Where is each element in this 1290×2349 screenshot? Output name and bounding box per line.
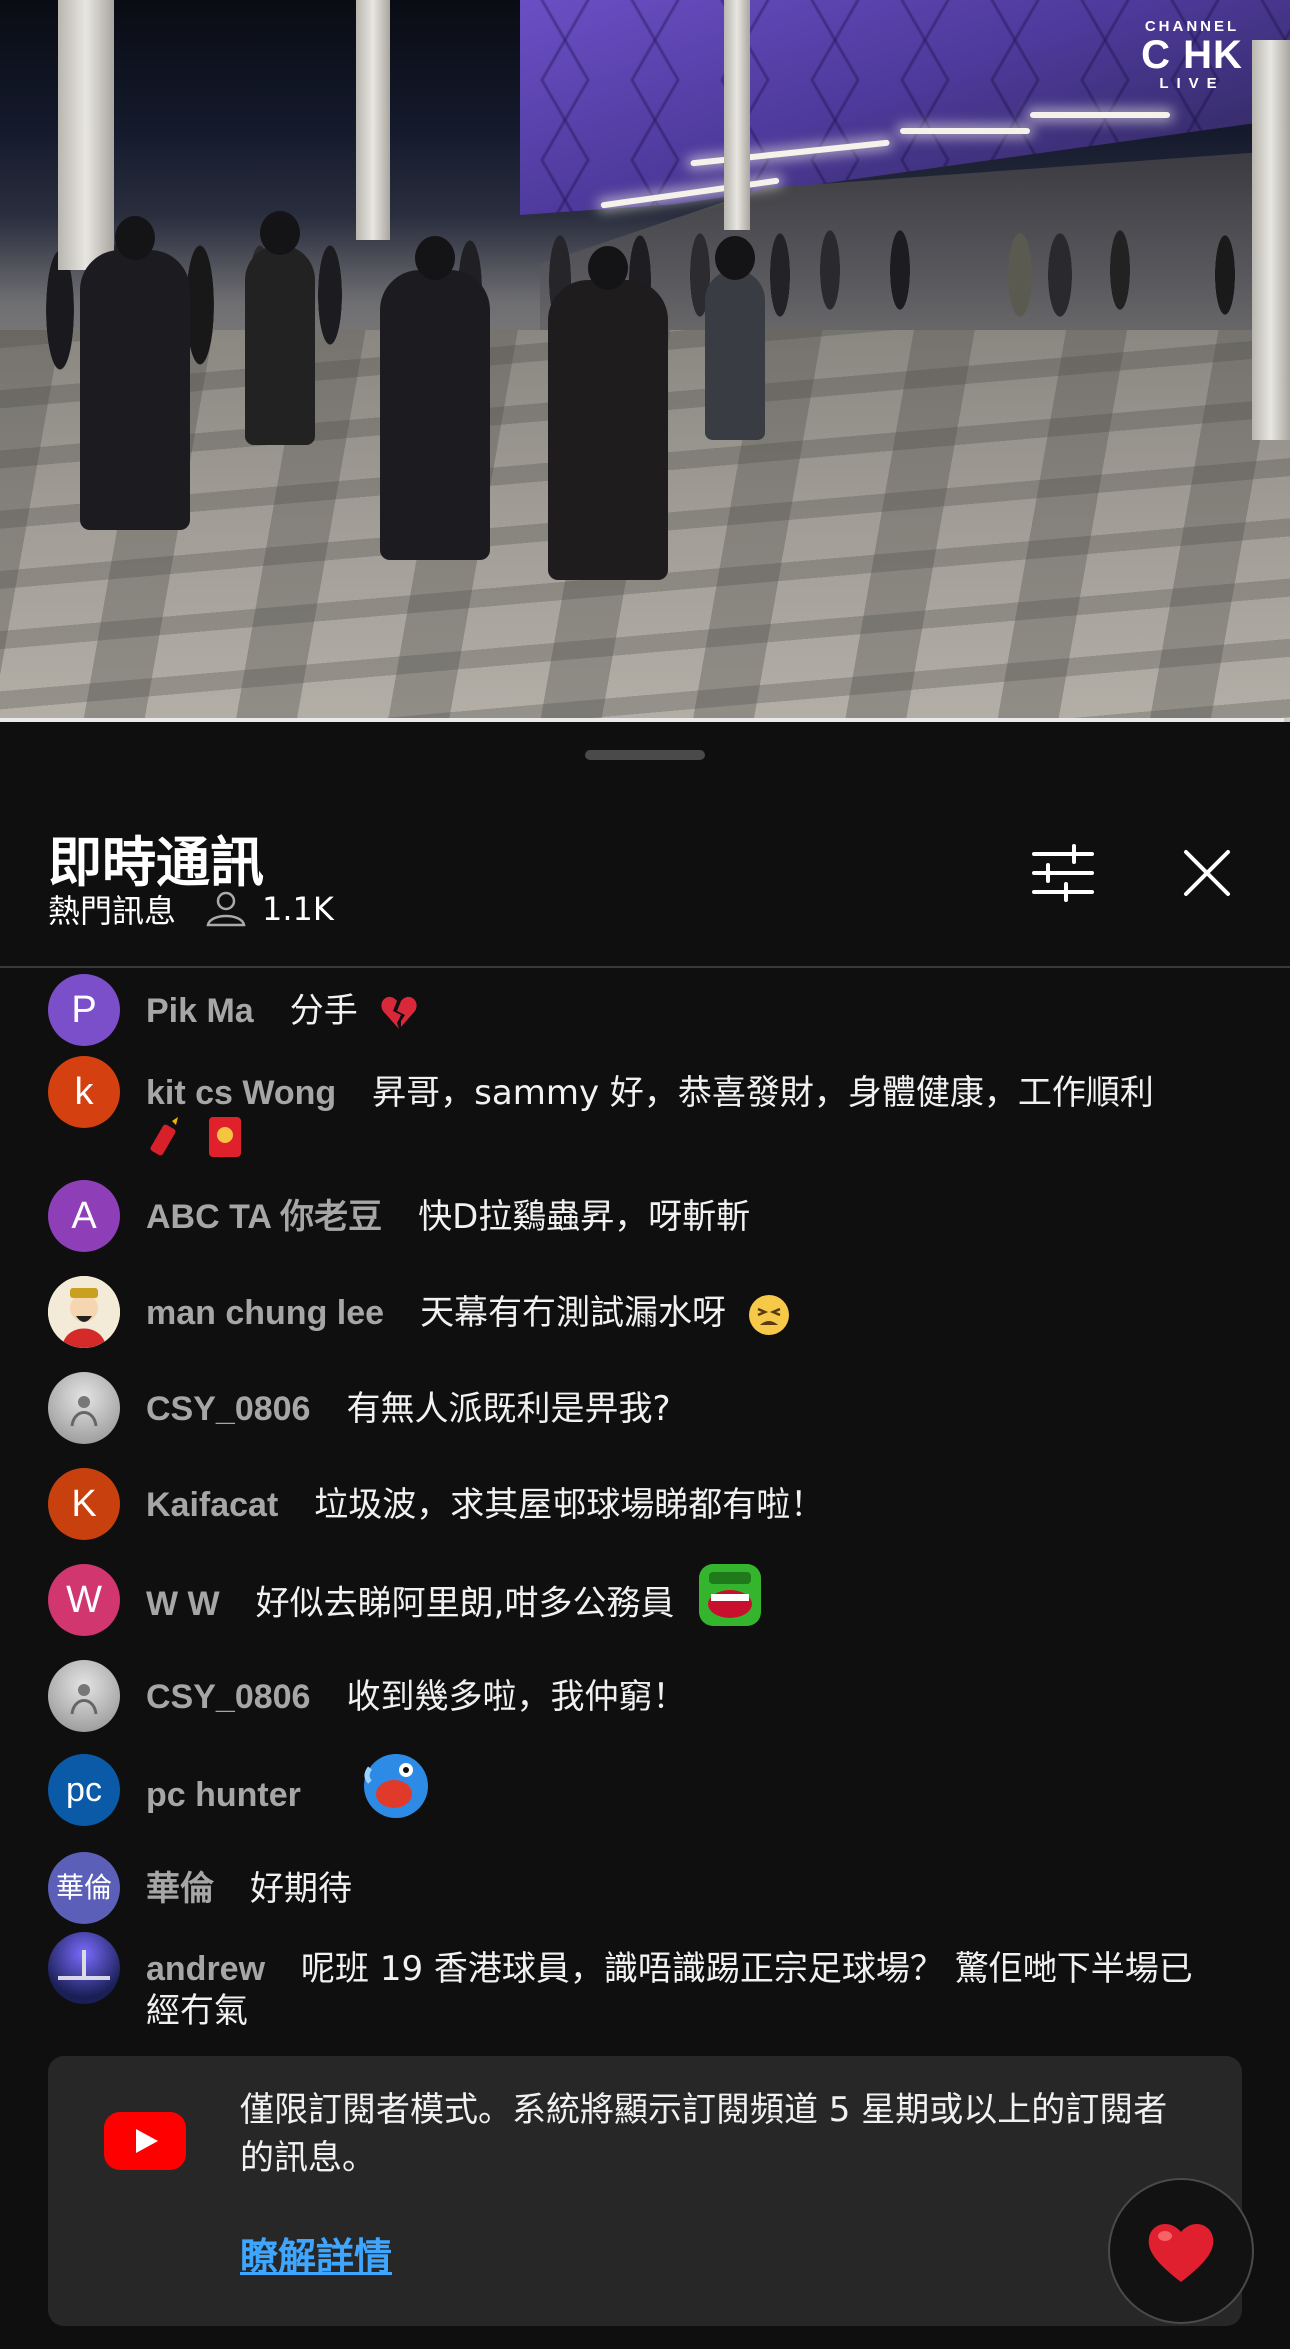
avatar[interactable]: P — [48, 974, 120, 1046]
avatar[interactable]: k — [48, 1056, 120, 1128]
chat-message[interactable]: A ABC TA 你老豆 快D拉鷄蟲昇，呀斬斬 — [0, 1180, 1290, 1252]
chat-message[interactable]: k kit cs Wong 昇哥，sammy 好，恭喜發財，身體健康，工作順利 — [0, 1056, 1290, 1158]
message-text: 好期待 — [250, 1869, 352, 1909]
drag-handle[interactable] — [585, 750, 705, 760]
chat-message[interactable]: W W W 好似去睇阿里朗,咁多公務員 — [0, 1564, 1290, 1636]
avatar[interactable] — [48, 1932, 120, 2004]
message-author[interactable]: ABC TA 你老豆 — [146, 1198, 382, 1236]
message-text: 收到幾多啦，我仲窮！ — [346, 1677, 687, 1717]
message-author[interactable]: Kaifacat — [146, 1486, 278, 1524]
avatar[interactable] — [48, 1660, 120, 1732]
chat-message[interactable]: andrew 呢班 19 香港球員，識唔識踢正宗足球場？ 驚佢哋下半場已經冇氣 — [0, 1932, 1290, 2032]
message-text: 天幕有冇測試漏水呀 — [420, 1293, 727, 1333]
chat-mode-label[interactable]: 熱門訊息 — [48, 886, 176, 932]
message-text: 呢班 19 香港球員，識唔識踢正宗足球場？ 驚佢哋下半場已經冇氣 — [146, 1949, 1193, 2031]
blue-crying-face-icon — [363, 1754, 428, 1818]
firecracker-red-envelope-icon — [146, 1114, 1220, 1158]
message-author[interactable]: andrew — [146, 1950, 265, 1988]
message-text: 好似去睇阿里朗,咁多公務員 — [255, 1583, 675, 1624]
subscriber-only-notice: 僅限訂閱者模式。系統將顯示訂閱頻道 5 星期或以上的訂閱者的訊息。 瞭解詳情 — [48, 2056, 1242, 2326]
message-author[interactable]: 華倫 — [146, 1870, 214, 1908]
message-text: 昇哥，sammy 好，恭喜發財，身體健康，工作順利 — [372, 1073, 1154, 1113]
city-night-avatar-icon — [58, 1950, 110, 1980]
pedestrian — [245, 211, 315, 445]
photo-avatar-icon — [70, 1396, 98, 1427]
learn-more-link[interactable]: 瞭解詳情 — [240, 2226, 392, 2281]
chat-message-list[interactable]: P Pik Ma 分手 k kit cs Wong 昇哥，sammy 好，恭喜發財，… — [0, 968, 1290, 2042]
tired-face-icon — [748, 1294, 789, 1335]
youtube-logo-icon — [104, 2112, 186, 2170]
message-author[interactable]: man chung lee — [146, 1294, 384, 1332]
reaction-button[interactable] — [1108, 2178, 1254, 2324]
message-text: 快D拉鷄蟲昇，呀斬斬 — [418, 1197, 751, 1237]
message-author[interactable]: CSY_0806 — [146, 1390, 310, 1428]
avatar[interactable]: A — [48, 1180, 120, 1252]
avatar[interactable]: pc — [48, 1754, 120, 1826]
message-author[interactable]: pc hunter — [146, 1776, 301, 1814]
pedestrian — [548, 246, 668, 580]
viewer-count: 1.1K — [262, 890, 334, 928]
message-author[interactable]: Pik Ma — [146, 992, 254, 1030]
green-laughing-face-icon — [699, 1564, 762, 1626]
channel-logo: CHANNEL C HK LIVE — [1141, 18, 1243, 92]
chat-message[interactable]: man chung lee 天幕有冇測試漏水呀 — [0, 1276, 1290, 1348]
notice-text: 僅限訂閱者模式。系統將顯示訂閱頻道 5 星期或以上的訂閱者的訊息。 — [240, 2090, 1168, 2178]
chat-message[interactable]: K Kaifacat 垃圾波，求其屋邨球場睇都有啦！ — [0, 1468, 1290, 1540]
avatar[interactable]: K — [48, 1468, 120, 1540]
chat-message[interactable]: CSY_0806 有無人派既利是畀我? — [0, 1372, 1290, 1444]
heart-icon — [1148, 2224, 1214, 2282]
video-progress-bar[interactable] — [0, 718, 1290, 722]
broken-heart-icon — [380, 996, 417, 1029]
live-chat-panel: 即時通訊 熱門訊息 1.1K P Pik Ma 分手 k kit cs Wong… — [0, 726, 1290, 2349]
message-text: 垃圾波，求其屋邨球場睇都有啦！ — [314, 1485, 825, 1525]
message-author[interactable]: kit cs Wong — [146, 1074, 336, 1112]
message-author[interactable]: W W — [146, 1585, 220, 1623]
avatar[interactable] — [48, 1372, 120, 1444]
pedestrian — [80, 216, 190, 530]
chat-message[interactable]: CSY_0806 收到幾多啦，我仲窮！ — [0, 1660, 1290, 1732]
video-player[interactable]: CHANNEL C HK LIVE — [0, 0, 1290, 722]
pedestrian — [380, 236, 490, 560]
chat-message[interactable]: pc pc hunter — [0, 1754, 1290, 1826]
god-of-wealth-avatar-icon — [48, 1276, 120, 1348]
close-icon[interactable] — [1172, 838, 1242, 908]
tune-icon[interactable] — [1028, 838, 1098, 908]
message-text: 有無人派既利是畀我? — [346, 1389, 671, 1429]
person-icon — [206, 891, 246, 927]
photo-avatar-icon — [70, 1684, 98, 1715]
avatar[interactable]: 華倫 — [48, 1852, 120, 1924]
message-text: 分手 — [289, 991, 358, 1031]
chat-message[interactable]: 華倫 華倫 好期待 — [0, 1852, 1290, 1924]
avatar[interactable] — [48, 1276, 120, 1348]
avatar[interactable]: W — [48, 1564, 120, 1636]
message-author[interactable]: CSY_0806 — [146, 1678, 310, 1716]
pedestrian — [705, 236, 765, 440]
chat-mode-row[interactable]: 熱門訊息 1.1K — [48, 886, 334, 932]
chat-message[interactable]: P Pik Ma 分手 — [0, 974, 1290, 1046]
